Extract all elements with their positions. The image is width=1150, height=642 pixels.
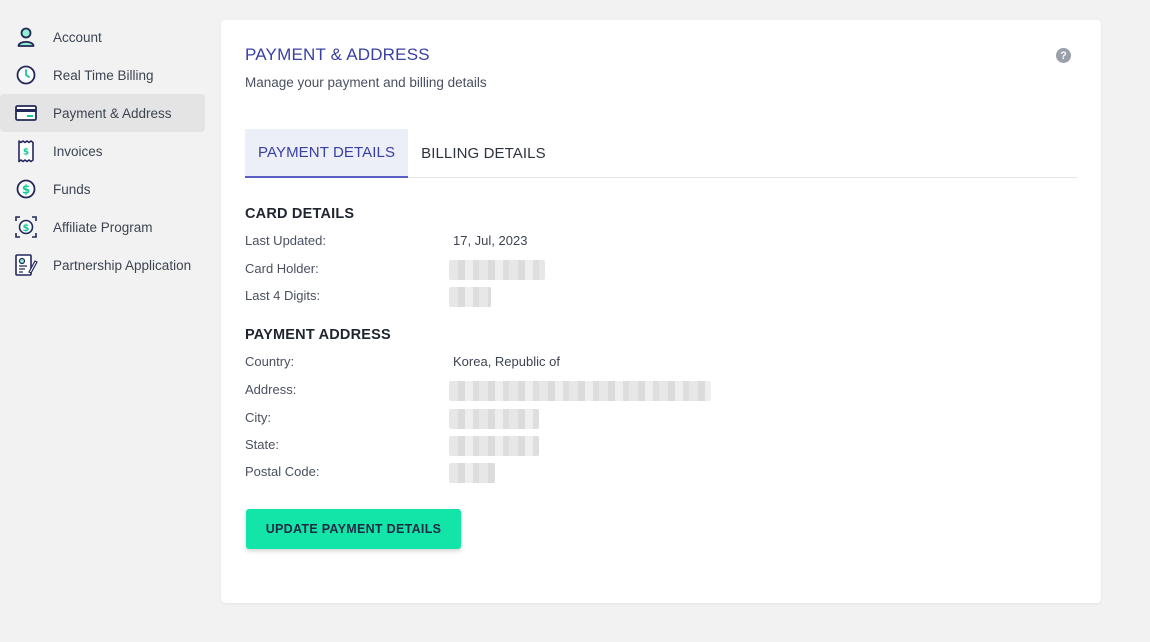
sidebar-item-partnership-application[interactable]: Partnership Application: [0, 246, 205, 284]
postal-code-row: Postal Code:: [245, 463, 845, 483]
card-holder-redacted: [449, 260, 545, 280]
affiliate-dollar-icon: $: [13, 214, 39, 240]
state-row: State:: [245, 436, 845, 456]
payment-address-heading: PAYMENT ADDRESS: [245, 327, 391, 343]
postal-code-redacted: [449, 463, 495, 483]
postal-code-label: Postal Code:: [245, 464, 320, 479]
credit-card-icon: [13, 100, 39, 126]
city-label: City:: [245, 410, 271, 425]
sidebar-item-label: Invoices: [53, 143, 103, 159]
sidebar-item-account[interactable]: Account: [0, 18, 205, 56]
sidebar-item-invoices[interactable]: $ Invoices: [0, 132, 205, 170]
sidebar-item-label: Payment & Address: [53, 105, 172, 121]
dollar-coin-icon: $: [13, 176, 39, 202]
address-redacted: [449, 381, 711, 401]
sidebar-item-label: Affiliate Program: [53, 219, 153, 235]
sidebar: Account Real Time Billing Payment & Addr…: [0, 18, 205, 284]
page-title: PAYMENT & ADDRESS: [245, 45, 430, 64]
last-updated-row: Last Updated: 17, Jul, 2023: [245, 233, 845, 251]
update-payment-details-button[interactable]: UPDATE PAYMENT DETAILS: [246, 509, 461, 549]
last-4-digits-redacted: [449, 287, 491, 307]
country-row: Country: Korea, Republic of: [245, 354, 845, 372]
payment-address-card: PAYMENT & ADDRESS Manage your payment an…: [221, 20, 1101, 603]
address-label: Address:: [245, 382, 297, 397]
card-details-heading: CARD DETAILS: [245, 206, 355, 222]
tab-payment-details[interactable]: PAYMENT DETAILS: [245, 129, 409, 178]
svg-text:$: $: [23, 148, 29, 158]
svg-text:$: $: [22, 183, 30, 197]
last-4-digits-row: Last 4 Digits:: [245, 287, 845, 307]
sidebar-item-funds[interactable]: $ Funds: [0, 170, 205, 208]
city-redacted: [449, 409, 539, 429]
last-4-digits-label: Last 4 Digits:: [245, 288, 321, 303]
state-redacted: [449, 436, 539, 456]
clock-icon: [13, 62, 39, 88]
sidebar-item-affiliate-program[interactable]: $ Affiliate Program: [0, 208, 205, 246]
address-row: Address:: [245, 381, 845, 401]
card-holder-label: Card Holder:: [245, 261, 319, 276]
sidebar-item-label: Funds: [53, 181, 91, 197]
sidebar-item-real-time-billing[interactable]: Real Time Billing: [0, 56, 205, 94]
tab-bar: PAYMENT DETAILS BILLING DETAILS: [245, 129, 1077, 178]
sidebar-item-label: Real Time Billing: [53, 67, 154, 83]
card-holder-row: Card Holder:: [245, 260, 845, 280]
country-label: Country:: [245, 354, 295, 369]
sidebar-item-label: Account: [53, 29, 102, 45]
receipt-icon: $: [13, 138, 39, 164]
last-updated-value: 17, Jul, 2023: [453, 233, 528, 248]
last-updated-label: Last Updated:: [245, 233, 326, 248]
page-subtitle: Manage your payment and billing details: [245, 75, 487, 90]
application-form-icon: [13, 252, 39, 278]
sidebar-item-payment-address[interactable]: Payment & Address: [0, 94, 205, 132]
user-icon: [13, 24, 39, 50]
svg-text:$: $: [23, 223, 30, 234]
city-row: City:: [245, 409, 845, 429]
sidebar-item-label: Partnership Application: [53, 257, 192, 273]
tab-billing-details[interactable]: BILLING DETAILS: [408, 129, 559, 177]
state-label: State:: [245, 437, 279, 452]
country-value: Korea, Republic of: [453, 354, 560, 369]
help-icon[interactable]: ?: [1056, 48, 1071, 63]
